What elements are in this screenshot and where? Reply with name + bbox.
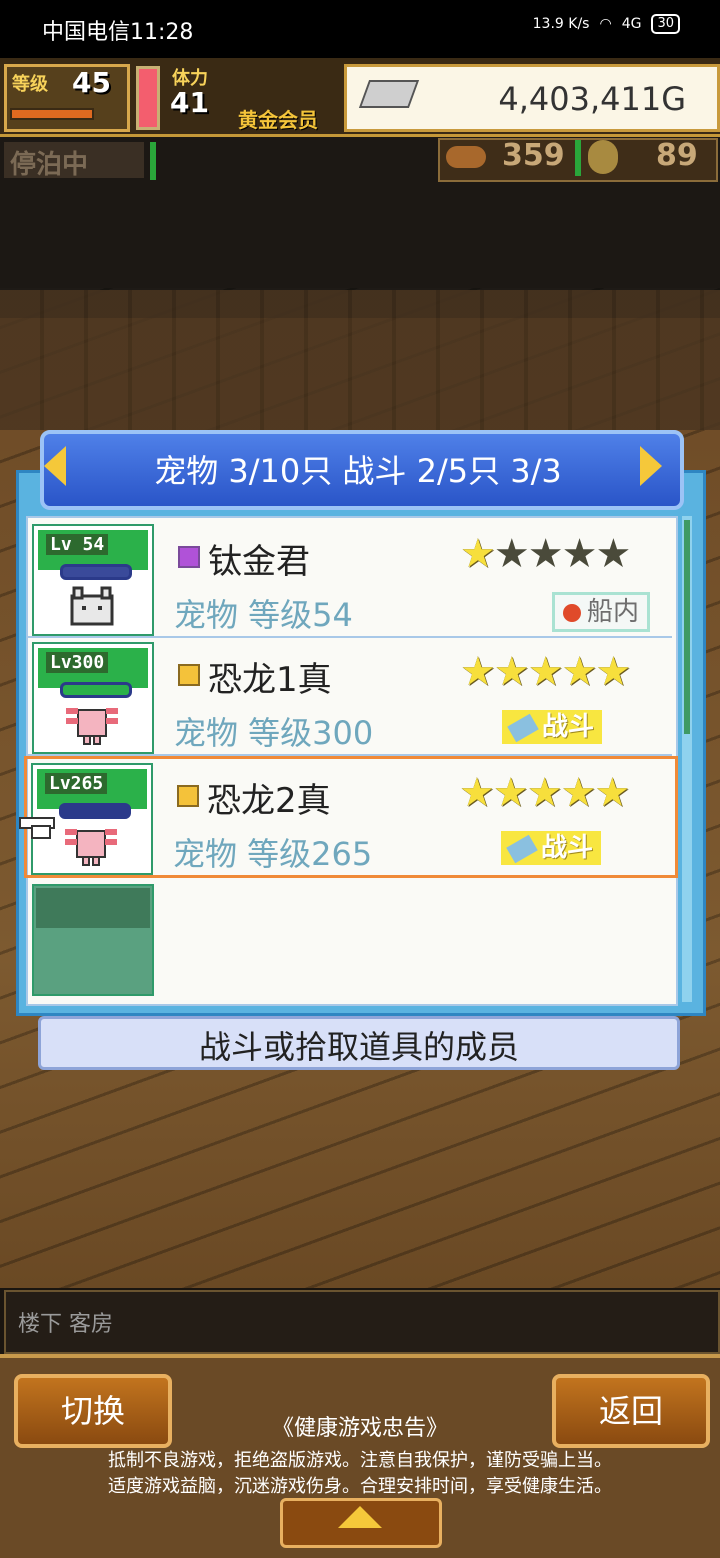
pet-name: 钛金君 — [208, 542, 310, 582]
pet-row[interactable]: Lv 54 钛金君 ★★★★★ 宠物 等级54 船内 — [28, 520, 672, 638]
pet-row-selected[interactable]: Lv265 恐龙2真 ★★★★★ 宠物 等级265 战斗 — [24, 756, 678, 878]
sword-icon — [507, 713, 539, 742]
sword-icon — [506, 834, 538, 863]
prev-page-icon[interactable] — [44, 446, 66, 486]
silver-bar-icon — [358, 80, 420, 108]
pet-star-rating: ★★★★★ — [460, 649, 631, 695]
axolotl-sprite-icon — [65, 829, 117, 866]
pet-status-tag: 战斗 — [501, 831, 602, 865]
scrollbar-thumb[interactable] — [684, 520, 690, 734]
pet-level-label: Lv 54 — [46, 534, 109, 555]
pointing-hand-icon — [19, 817, 55, 839]
pet-row[interactable]: Lv300 恐龙1真 ★★★★★ 宠物 等级300 战斗 — [28, 638, 672, 756]
football-icon — [446, 146, 486, 168]
resource-count-1: 359 — [502, 138, 565, 173]
pet-star-rating: ★★★★★ — [459, 770, 630, 816]
panel-caption: 战斗或拾取道具的成员 — [198, 1028, 519, 1066]
empty-slot-header — [36, 888, 150, 928]
star-icon: ★★★★ — [493, 531, 631, 577]
pet-subtitle: 宠物 等级54 — [174, 596, 353, 634]
star-icon: ★★★★★ — [460, 649, 631, 695]
level-exp-bar — [10, 108, 94, 120]
level-value: 45 — [72, 66, 111, 99]
pet-exp-bar — [60, 682, 132, 698]
resource-count-2: 89 — [656, 138, 698, 173]
medal-icon — [588, 140, 618, 174]
member-label: 黄金会员 — [238, 108, 318, 132]
pet-portrait: Lv300 — [32, 642, 154, 754]
pet-portrait: Lv 54 — [32, 524, 154, 636]
pin-icon — [563, 603, 581, 622]
stamina-value: 41 — [170, 86, 209, 119]
pet-status-tag: 船内 — [552, 592, 651, 632]
pet-level-label: Lv300 — [46, 652, 109, 673]
wifi-icon: ◠ — [599, 16, 612, 32]
pet-exp-bar — [59, 803, 131, 819]
carrier-time: 中国电信11:28 — [42, 20, 194, 45]
star-icon: ★★★★★ — [459, 770, 630, 816]
pet-name: 恐龙2真 — [207, 781, 331, 821]
scene-floor — [0, 290, 720, 430]
tag-label: 船内 — [587, 597, 640, 627]
pet-level-label: Lv265 — [45, 773, 108, 794]
pet-subtitle: 宠物 等级300 — [174, 714, 374, 752]
status-icons: 13.9 K/s ◠ 4G 30 — [533, 14, 680, 34]
moored-indicator — [150, 142, 156, 180]
pet-status-tag: 战斗 — [502, 710, 603, 744]
arrow-up-icon — [338, 1506, 382, 1528]
tag-label: 战斗 — [542, 712, 595, 742]
pet-rarity-icon — [178, 664, 200, 686]
tag-label: 战斗 — [541, 833, 594, 863]
gold-amount: 4,403,411G — [498, 80, 686, 118]
level-label: 等级 — [12, 74, 48, 95]
location-label: 楼下 客房 — [18, 1312, 113, 1337]
cat-sprite-icon — [70, 586, 114, 626]
pet-subtitle: 宠物 等级265 — [173, 835, 373, 873]
pet-exp-bar — [60, 564, 132, 580]
axolotl-sprite-icon — [66, 708, 118, 745]
star-icon: ★ — [460, 531, 496, 577]
health-notice-title: 《健康游戏忠告》 — [271, 1416, 448, 1441]
stamina-bar — [136, 66, 160, 130]
pet-name: 恐龙1真 — [208, 660, 332, 700]
net-speed: 13.9 K/s — [532, 16, 590, 32]
health-notice-line-2: 适度游戏益脑，沉迷游戏伤身。合理安排时间，享受健康生活。 — [108, 1476, 612, 1497]
panel-title: 宠物 3/10只 战斗 2/5只 3/3 — [154, 452, 562, 490]
signal-icon: 4G — [621, 16, 642, 32]
counter-divider — [575, 140, 581, 176]
pet-star-rating: ★★★★★ — [460, 531, 631, 577]
battery-icon: 30 — [651, 14, 680, 34]
moored-label: 停泊中 — [10, 150, 89, 180]
health-notice-line-1: 抵制不良游戏，拒绝盗版游戏。注意自我保护，谨防受骗上当。 — [108, 1450, 612, 1471]
next-page-icon[interactable] — [640, 446, 662, 486]
pet-rarity-icon — [178, 546, 200, 568]
pet-rarity-icon — [177, 785, 199, 807]
